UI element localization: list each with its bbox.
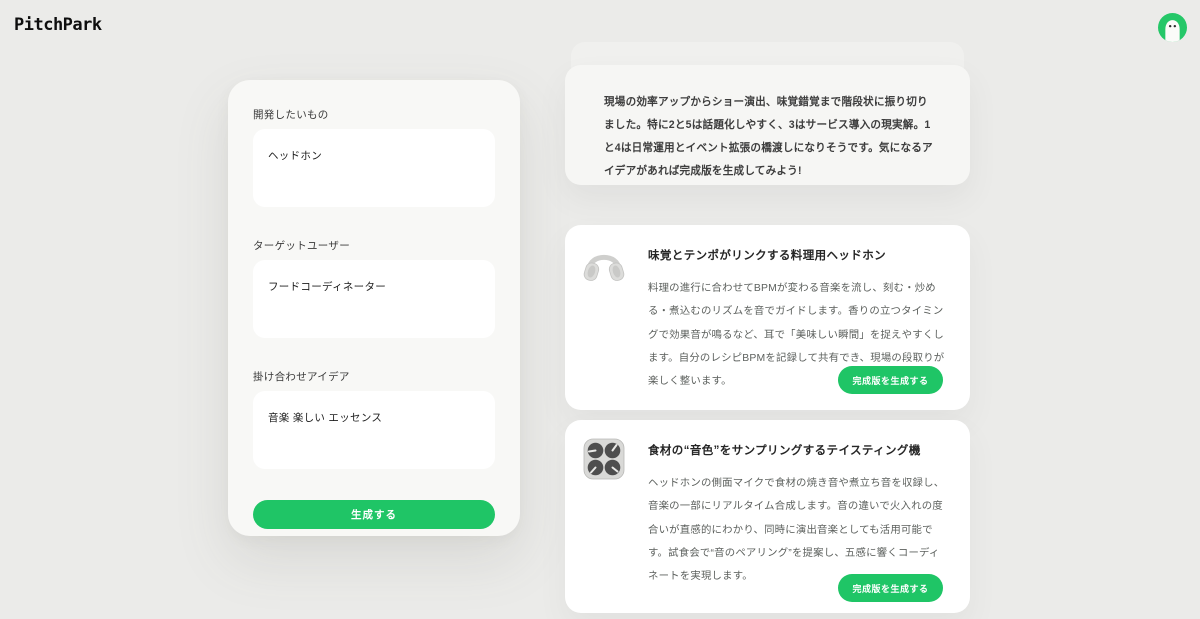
combination-idea-label: 掛け合わせアイデア	[253, 369, 495, 384]
generate-button[interactable]: 生成する	[253, 500, 495, 529]
summary-card: 現場の効率アップからショー演出、味覚錯覚まで階段状に振り切りました。特に2と5は…	[565, 65, 970, 185]
summary-text: 現場の効率アップからショー演出、味覚錯覚まで階段状に振り切りました。特に2と5は…	[604, 91, 938, 183]
idea-card-description: ヘッドホンの側面マイクで食材の焼き音や煮立ち音を収録し、音楽の一部にリアルタイム…	[648, 472, 948, 588]
headphones-icon	[580, 240, 628, 288]
idea-card-cooking-headphones: 味覚とテンポがリンクする料理用ヘッドホン 料理の進行に合わせてBPMが変わる音楽…	[565, 225, 970, 410]
idea-form-card: 開発したいもの ヘッドホン ターゲットユーザー フードコーディネーター 掛け合わ…	[228, 80, 520, 536]
control-knobs-icon	[580, 435, 628, 483]
target-user-label: ターゲットユーザー	[253, 238, 495, 253]
combination-idea-input[interactable]: 音楽 楽しい エッセンス	[253, 391, 495, 469]
develop-item-input[interactable]: ヘッドホン	[253, 129, 495, 207]
develop-item-label: 開発したいもの	[253, 107, 495, 122]
idea-card-tasting-machine: 食材の“音色”をサンプリングするテイスティング機 ヘッドホンの側面マイクで食材の…	[565, 420, 970, 613]
ghost-avatar-icon	[1158, 13, 1187, 42]
user-avatar[interactable]	[1158, 13, 1187, 42]
generate-final-version-button[interactable]: 完成版を生成する	[838, 574, 943, 602]
idea-card-title: 食材の“音色”をサンプリングするテイスティング機	[648, 442, 921, 458]
idea-card-title: 味覚とテンポがリンクする料理用ヘッドホン	[648, 247, 886, 263]
generate-final-version-button[interactable]: 完成版を生成する	[838, 366, 943, 394]
app-logo: PitchPark	[14, 15, 102, 35]
target-user-input[interactable]: フードコーディネーター	[253, 260, 495, 338]
